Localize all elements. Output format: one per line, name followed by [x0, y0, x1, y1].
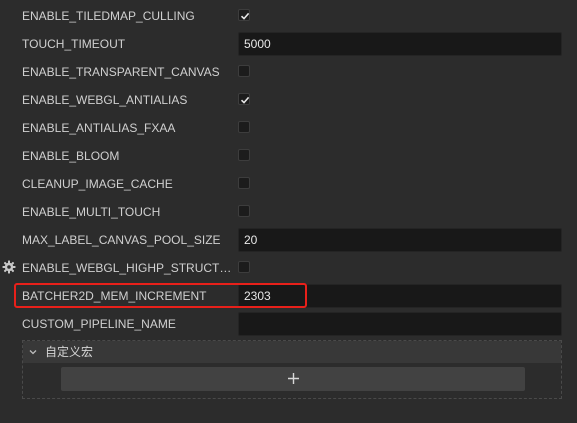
- touch-timeout-input[interactable]: 5000: [238, 32, 562, 56]
- custom-macros-section: 自定义宏: [22, 340, 562, 399]
- add-macro-button[interactable]: [61, 367, 525, 391]
- setting-row-custom-pipeline-name: CUSTOM_PIPELINE_NAME: [0, 312, 577, 336]
- setting-label: ENABLE_TILEDMAP_CULLING: [22, 9, 195, 23]
- enable-bloom-checkbox[interactable]: [238, 149, 250, 161]
- enable-multi-touch-checkbox[interactable]: [238, 205, 250, 217]
- setting-row-enable-bloom: ENABLE_BLOOM: [0, 144, 577, 168]
- custom-pipeline-name-input[interactable]: [238, 312, 562, 336]
- gear-icon[interactable]: [2, 260, 16, 274]
- custom-macros-header[interactable]: 自定义宏: [23, 341, 561, 363]
- setting-row-enable-webgl-antialias: ENABLE_WEBGL_ANTIALIAS: [0, 88, 577, 112]
- project-settings-macro-panel: ENABLE_TILEDMAP_CULLING TOUCH_TIMEOUT 50…: [0, 0, 577, 423]
- batcher2d-mem-increment-input[interactable]: 2303: [238, 284, 562, 308]
- setting-row-enable-multi-touch: ENABLE_MULTI_TOUCH: [0, 200, 577, 224]
- enable-tiledmap-culling-checkbox[interactable]: [238, 9, 250, 21]
- setting-label: CUSTOM_PIPELINE_NAME: [22, 317, 176, 331]
- setting-label: MAX_LABEL_CANVAS_POOL_SIZE: [22, 233, 221, 247]
- setting-label: ENABLE_MULTI_TOUCH: [22, 205, 161, 219]
- setting-label: ENABLE_WEBGL_ANTIALIAS: [22, 93, 188, 107]
- cleanup-image-cache-checkbox[interactable]: [238, 177, 250, 189]
- check-icon: [240, 12, 250, 20]
- max-label-canvas-pool-size-input[interactable]: 20: [238, 228, 562, 252]
- setting-label: BATCHER2D_MEM_INCREMENT: [22, 289, 207, 303]
- enable-antialias-fxaa-checkbox[interactable]: [238, 121, 250, 133]
- setting-row-enable-antialias-fxaa: ENABLE_ANTIALIAS_FXAA: [0, 116, 577, 140]
- setting-label: ENABLE_TRANSPARENT_CANVAS: [22, 65, 220, 79]
- check-icon: [240, 96, 250, 104]
- setting-row-enable-transparent-canvas: ENABLE_TRANSPARENT_CANVAS: [0, 60, 577, 84]
- setting-label: ENABLE_WEBGL_HIGHP_STRUCT_VALUES: [22, 261, 234, 275]
- setting-row-enable-tiledmap-culling: ENABLE_TILEDMAP_CULLING: [0, 4, 577, 28]
- enable-webgl-highp-struct-values-checkbox[interactable]: [238, 261, 250, 273]
- custom-macros-title: 自定义宏: [45, 345, 94, 359]
- setting-row-cleanup-image-cache: CLEANUP_IMAGE_CACHE: [0, 172, 577, 196]
- setting-label: ENABLE_ANTIALIAS_FXAA: [22, 121, 176, 135]
- chevron-down-icon[interactable]: [28, 347, 38, 357]
- setting-row-batcher2d-mem-increment: BATCHER2D_MEM_INCREMENT 2303: [0, 284, 577, 308]
- setting-row-enable-webgl-highp-struct-values: ENABLE_WEBGL_HIGHP_STRUCT_VALUES: [0, 256, 577, 280]
- enable-webgl-antialias-checkbox[interactable]: [238, 93, 250, 105]
- enable-transparent-canvas-checkbox[interactable]: [238, 65, 250, 77]
- setting-label: TOUCH_TIMEOUT: [22, 37, 126, 51]
- setting-label: CLEANUP_IMAGE_CACHE: [22, 177, 173, 191]
- plus-icon: [288, 373, 299, 384]
- setting-label: ENABLE_BLOOM: [22, 149, 120, 163]
- setting-row-touch-timeout: TOUCH_TIMEOUT 5000: [0, 32, 577, 56]
- setting-row-max-label-canvas-pool-size: MAX_LABEL_CANVAS_POOL_SIZE 20: [0, 228, 577, 252]
